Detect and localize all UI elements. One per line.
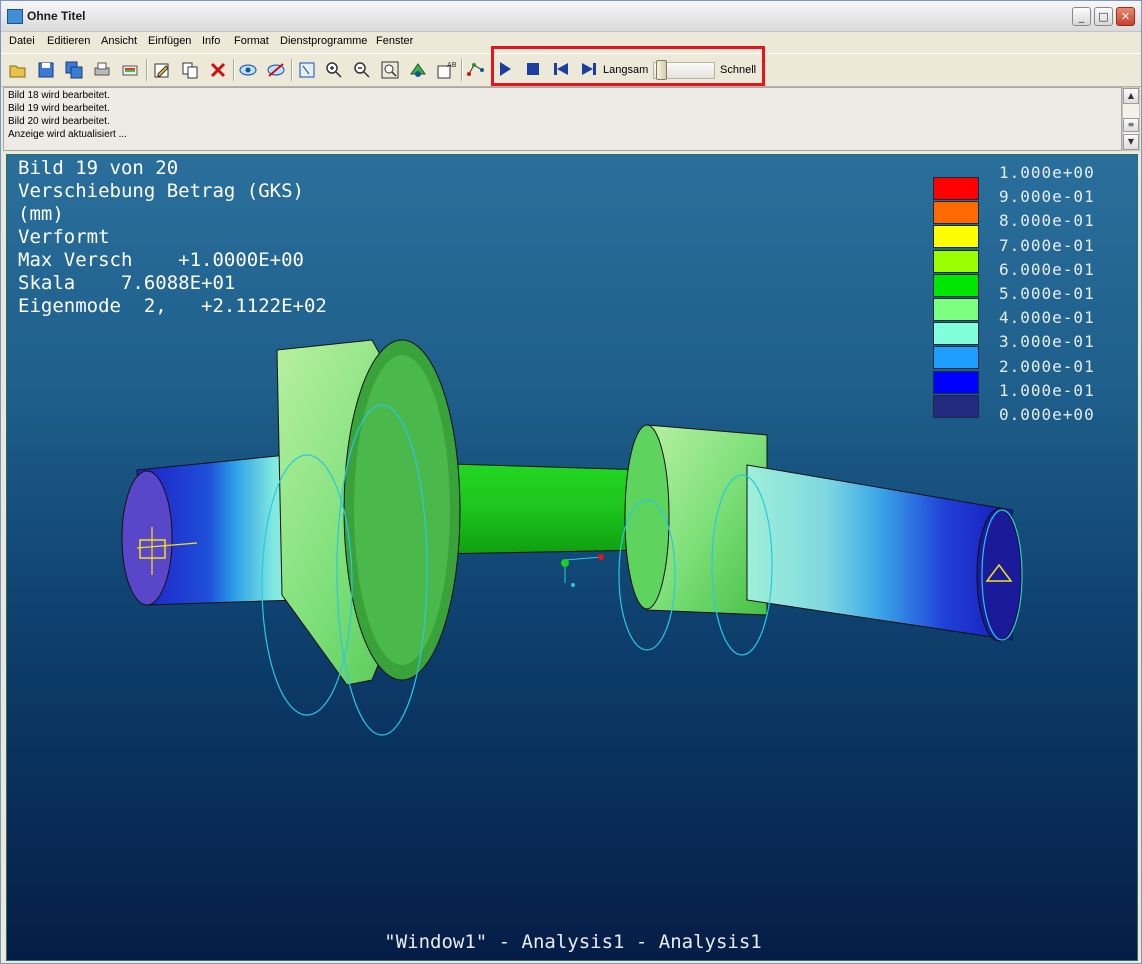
play-icon[interactable] (495, 59, 515, 79)
show-icon[interactable] (238, 60, 258, 80)
legend-label: 2.000e-01 (999, 356, 1095, 376)
legend-label: 5.000e-01 (999, 284, 1095, 303)
hide-icon[interactable] (266, 60, 286, 80)
graph-icon[interactable] (466, 60, 486, 80)
legend-swatch (933, 177, 979, 200)
maximize-button[interactable]: □ (1094, 7, 1113, 26)
legend-label: 9.000e-01 (999, 187, 1095, 207)
menu-datei[interactable]: Datei (9, 35, 35, 47)
legend-swatch (933, 370, 979, 394)
menu-dienstprogramme[interactable]: Dienstprogramme (280, 35, 367, 47)
delete-icon[interactable] (208, 60, 228, 80)
skip-last-icon[interactable] (579, 59, 599, 79)
legend-swatch (933, 394, 979, 418)
legend-swatch (933, 346, 979, 370)
legend-label: 3.000e-01 (999, 332, 1095, 352)
close-button[interactable]: ✕ (1116, 7, 1135, 26)
legend-swatch (933, 201, 979, 225)
log-line: Anzeige wird aktualisiert ... (8, 129, 127, 140)
orient-icon[interactable] (408, 60, 428, 80)
legend-swatch (933, 322, 979, 346)
scale-value: Skala 7.6088E+01 (18, 272, 236, 294)
zoom-in-icon[interactable] (324, 60, 344, 80)
scroll-thumb[interactable]: ≡ (1123, 118, 1139, 132)
log-line: Bild 20 wird bearbeitet. (8, 116, 110, 127)
legend-label: 6.000e-01 (999, 259, 1095, 279)
menu-ansicht[interactable]: Ansicht (101, 35, 137, 47)
deformed-label: Verformt (18, 226, 110, 248)
title-bar[interactable]: Ohne Titel _ □ ✕ (1, 1, 1141, 32)
log-line: Bild 19 wird bearbeitet. (8, 103, 110, 114)
save-all-icon[interactable] (64, 60, 84, 80)
log-line: Bild 18 wird bearbeitet. (8, 90, 110, 101)
copy-icon[interactable] (180, 60, 200, 80)
eigenmode-value: Eigenmode 2, +2.1122E+02 (18, 295, 327, 317)
result-type: Verschiebung Betrag (GKS) (18, 180, 304, 202)
legend-swatch (933, 249, 979, 273)
svg-text:AB: AB (447, 61, 456, 69)
legend-swatch (933, 273, 979, 297)
message-log: Bild 18 wird bearbeitet. Bild 19 wird be… (3, 87, 1122, 151)
fast-label: Schnell (720, 64, 757, 76)
select-icon[interactable] (297, 60, 317, 80)
speed-slider-thumb[interactable] (656, 60, 667, 80)
app-window: Ohne Titel _ □ ✕ Datei Editieren Ansicht… (0, 0, 1142, 964)
result-unit: (mm) (18, 203, 64, 225)
legend-label: 1.000e-01 (999, 380, 1095, 400)
frame-info: Bild 19 von 20 (18, 157, 179, 179)
print-icon[interactable] (92, 60, 112, 80)
toolbar-separator (461, 59, 463, 81)
toolbar-separator (233, 59, 235, 81)
legend-label: 4.000e-01 (999, 308, 1095, 328)
menu-format[interactable]: Format (234, 35, 269, 47)
minimize-button[interactable]: _ (1072, 7, 1091, 26)
legend-label: 0.000e+00 (999, 405, 1095, 424)
window-analysis-label: "Window1" - Analysis1 - Analysis1 (384, 931, 762, 953)
zoom-out-icon[interactable] (352, 60, 372, 80)
menu-editieren[interactable]: Editieren (47, 35, 90, 47)
menu-info[interactable]: Info (202, 35, 220, 47)
graphics-viewport[interactable]: Bild 19 von 20 Verschiebung Betrag (GKS)… (6, 154, 1138, 961)
window-title: Ohne Titel (27, 9, 86, 23)
zoom-fit-icon[interactable] (380, 60, 400, 80)
legend-label: 1.000e+00 (999, 163, 1095, 182)
max-displacement: Max Versch +1.0000E+00 (18, 249, 304, 271)
toolbar-separator (146, 59, 148, 81)
scroll-down-icon[interactable]: ▼ (1123, 134, 1139, 150)
menu-fenster[interactable]: Fenster (376, 35, 413, 47)
toolbar-separator (291, 59, 293, 81)
stop-icon[interactable] (523, 59, 543, 79)
skip-first-icon[interactable] (551, 59, 571, 79)
log-scrollbar[interactable]: ▲ ≡ ▼ (1122, 87, 1140, 151)
legend-swatch (933, 225, 979, 249)
save-icon[interactable] (36, 60, 56, 80)
open-icon[interactable] (8, 60, 28, 80)
color-print-icon[interactable] (120, 60, 140, 80)
legend-label: 8.000e-01 (999, 211, 1095, 231)
legend-label: 7.000e-01 (999, 235, 1095, 255)
slow-label: Langsam (603, 64, 649, 76)
edit-icon[interactable] (152, 60, 172, 80)
menu-einfuegen[interactable]: Einfügen (148, 35, 191, 47)
legend-swatch (933, 298, 979, 321)
label-icon[interactable]: AB (436, 60, 456, 80)
scroll-up-icon[interactable]: ▲ (1123, 88, 1139, 104)
app-icon (7, 9, 23, 24)
